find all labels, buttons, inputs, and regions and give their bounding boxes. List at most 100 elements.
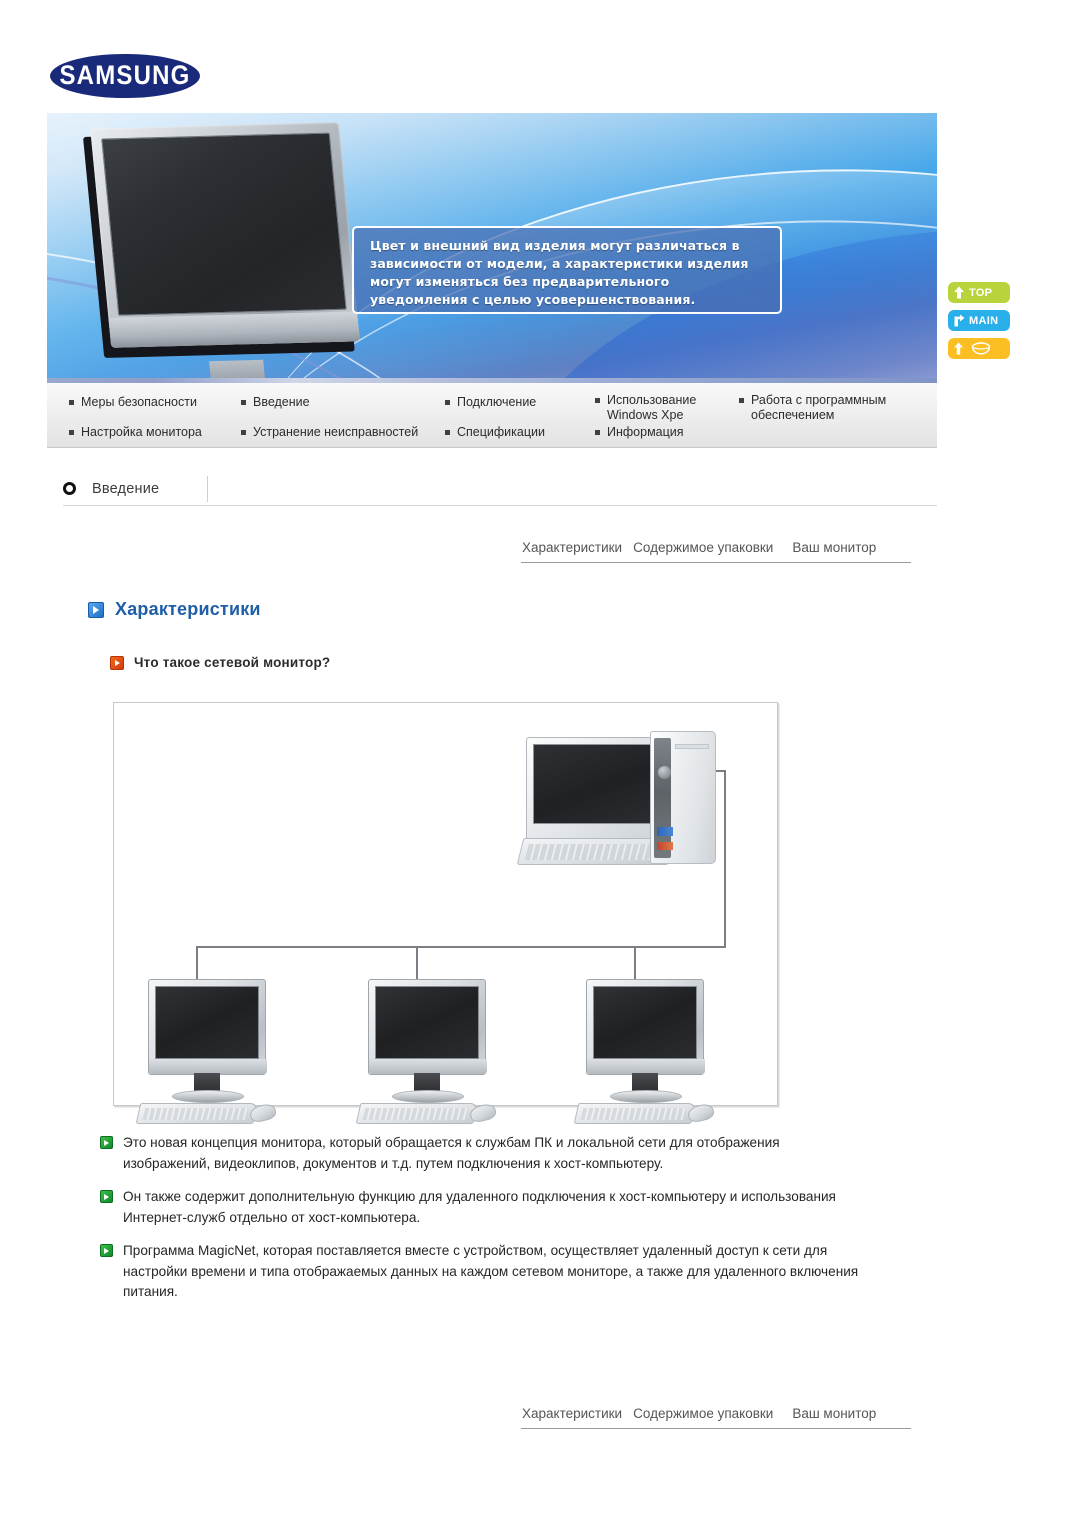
breadcrumb-item-your-monitor[interactable]: Ваш монитор xyxy=(791,540,877,555)
paragraph-text: Это новая концепция монитора, который об… xyxy=(123,1135,780,1171)
breadcrumb-footer: Характеристики Содержимое упаковки Ваш м… xyxy=(521,1399,911,1429)
callout-line-1: Цвет и внешний вид изделия могут различа… xyxy=(370,238,740,253)
client-monitor-screen xyxy=(155,986,259,1059)
square-bullet-icon xyxy=(739,398,744,403)
paragraph-text: Программа MagicNet, которая поставляется… xyxy=(123,1243,859,1299)
client-monitor-bezel xyxy=(586,979,705,1075)
menu-item-setup[interactable]: Настройка монитора xyxy=(69,425,202,440)
hero-monitor-screen xyxy=(101,132,347,316)
paragraph-item: Он также содержит дополнительную функцию… xyxy=(100,1187,900,1228)
client-keyboard xyxy=(355,1103,479,1124)
host-pc-power-icon xyxy=(658,766,671,779)
client-monitor-chin xyxy=(587,1059,705,1074)
square-bullet-icon xyxy=(69,400,74,405)
section-heading-label: Характеристики xyxy=(115,599,261,619)
green-play-icon xyxy=(100,1244,113,1257)
breadcrumb: Характеристики Содержимое упаковки Ваш м… xyxy=(521,533,911,563)
client-monitor-base xyxy=(392,1090,464,1103)
host-pc-keys xyxy=(524,844,663,860)
square-bullet-icon xyxy=(445,430,450,435)
client-monitor-screen xyxy=(593,986,697,1059)
menu-item-troubleshooting[interactable]: Устранение неисправностей xyxy=(241,425,418,440)
client-monitor-chin xyxy=(369,1059,487,1074)
menu-item-connection[interactable]: Подключение xyxy=(445,395,536,410)
client-keys xyxy=(362,1108,469,1120)
menu-top-strip xyxy=(47,378,937,383)
arrow-branch-icon xyxy=(954,314,965,327)
menu-item-label: Работа с программным обеспечением xyxy=(751,393,887,422)
host-pc-monitor xyxy=(526,737,659,841)
host-pc-optical-drive-icon xyxy=(675,744,709,749)
menu-item-information[interactable]: Информация xyxy=(595,425,684,440)
section-heading: Характеристики xyxy=(88,599,261,620)
breadcrumb-item-features[interactable]: Характеристики xyxy=(521,540,623,555)
client-keys xyxy=(580,1108,687,1120)
menu-item-windows-xpe[interactable]: Использование Windows Xpe xyxy=(595,393,725,423)
chapter-menu-bar: Меры безопасности Введение Подключение И… xyxy=(47,378,937,448)
host-pc-tower-face xyxy=(654,738,673,858)
page-title-bar: Введение xyxy=(63,472,937,506)
menu-item-safety[interactable]: Меры безопасности xyxy=(69,395,197,410)
breadcrumb-item-package-contents[interactable]: Содержимое упаковки xyxy=(632,1406,774,1421)
menu-item-label: Использование Windows Xpe xyxy=(607,393,697,422)
menu-item-label: Спецификации xyxy=(457,425,545,439)
square-bullet-icon xyxy=(241,430,246,435)
client-monitor-bezel xyxy=(368,979,487,1075)
main-button[interactable]: MAIN xyxy=(948,310,1010,331)
callout-line-3: могут изменяться без предварительного xyxy=(370,274,670,289)
arrow-up-icon xyxy=(954,286,964,299)
square-bullet-icon xyxy=(241,400,246,405)
client-monitor-3 xyxy=(573,979,726,1129)
body-paragraphs: Это новая концепция монитора, который об… xyxy=(100,1133,900,1316)
client-keys xyxy=(142,1108,249,1120)
green-play-icon xyxy=(100,1190,113,1203)
page-title: Введение xyxy=(92,480,160,497)
menu-item-label: Настройка монитора xyxy=(81,425,202,439)
hero-monitor-stand xyxy=(209,359,267,378)
menu-item-label: Устранение неисправностей xyxy=(253,425,419,439)
client-monitor-chin xyxy=(149,1059,267,1074)
client-keyboard xyxy=(573,1103,697,1124)
menu-grid: Меры безопасности Введение Подключение И… xyxy=(47,385,937,447)
top-button[interactable]: TOP xyxy=(948,282,1010,303)
menu-item-specifications[interactable]: Спецификации xyxy=(445,425,545,440)
hero-monitor-image xyxy=(82,122,364,378)
banner-callout: Цвет и внешний вид изделия могут различа… xyxy=(352,226,782,314)
host-pc-audio-port-icon xyxy=(657,842,673,850)
host-pc-tower xyxy=(650,731,716,864)
breadcrumb-item-your-monitor[interactable]: Ваш монитор xyxy=(791,1406,877,1421)
menu-item-introduction[interactable]: Введение xyxy=(241,395,310,410)
menu-item-software[interactable]: Работа с программным обеспечением xyxy=(739,393,919,423)
client-monitor-1 xyxy=(135,979,288,1129)
diagram-host-link xyxy=(724,770,726,948)
paragraph-text: Он также содержит дополнительную функцию… xyxy=(123,1189,836,1225)
paragraph-item: Программа MagicNet, которая поставляется… xyxy=(100,1241,900,1303)
client-monitor-bezel xyxy=(148,979,267,1075)
green-play-icon xyxy=(100,1136,113,1149)
logo-text: SAMSUNG xyxy=(59,60,191,91)
main-button-label: MAIN xyxy=(969,314,999,327)
client-monitor-base xyxy=(172,1090,244,1103)
hero-banner: Цвет и внешний вид изделия могут различа… xyxy=(47,113,937,378)
back-button[interactable] xyxy=(948,338,1010,359)
breadcrumb-item-package-contents[interactable]: Содержимое упаковки xyxy=(632,540,774,555)
sub-heading-label: Что такое сетевой монитор? xyxy=(134,655,331,670)
menu-item-label: Информация xyxy=(607,425,684,439)
client-monitor-screen xyxy=(375,986,479,1059)
client-keyboard xyxy=(135,1103,259,1124)
square-bullet-icon xyxy=(69,430,74,435)
network-diagram xyxy=(113,702,778,1124)
breadcrumb-item-features[interactable]: Характеристики xyxy=(521,1406,623,1421)
menu-item-label: Подключение xyxy=(457,395,537,409)
side-nav-buttons: TOP MAIN xyxy=(948,282,1012,366)
paragraph-item: Это новая концепция монитора, который об… xyxy=(100,1133,900,1174)
diagram-bus-line xyxy=(196,946,726,948)
ring-icon xyxy=(63,482,76,495)
arrow-up-bowl-icon xyxy=(971,342,991,355)
client-monitor-base xyxy=(610,1090,682,1103)
arrow-up-icon xyxy=(954,342,963,355)
client-monitor-2 xyxy=(355,979,508,1129)
square-bullet-icon xyxy=(445,400,450,405)
square-bullet-icon xyxy=(595,430,600,435)
manual-page: SAMSUNG Цвет и внешний вид изделия могут… xyxy=(0,0,1080,1528)
